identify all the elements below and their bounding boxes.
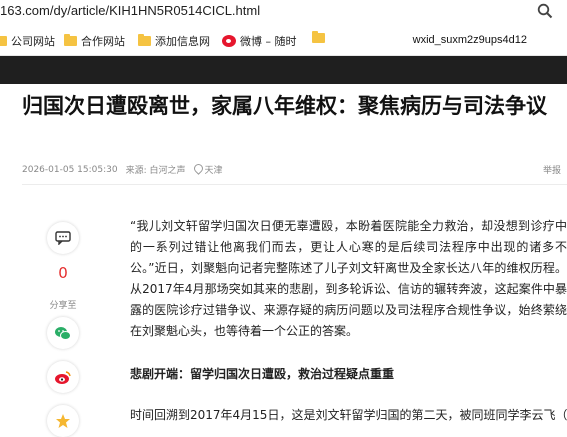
- article-meta: 2026-01-05 15:05:30 来源: 白河之声 天津: [22, 162, 223, 176]
- comment-count[interactable]: 0: [43, 264, 83, 282]
- user-id-label: wxid_suxm2z9ups4d12: [412, 34, 527, 46]
- comment-button[interactable]: [47, 222, 79, 254]
- bookmark-company-sites[interactable]: 公司网站: [0, 33, 55, 49]
- bookmark-label: 公司网站: [11, 35, 55, 48]
- bookmark-weibo[interactable]: 微博 – 随时: [222, 33, 297, 49]
- article-location: 天津: [191, 162, 223, 176]
- bookmark-folder[interactable]: [312, 31, 325, 43]
- weibo-icon: [222, 35, 236, 47]
- folder-icon: [312, 31, 325, 43]
- bookmark-partner-sites[interactable]: 合作网站: [64, 33, 125, 49]
- bookmark-label: 合作网站: [81, 35, 125, 48]
- article-source[interactable]: 来源: 白河之声: [126, 163, 186, 176]
- bookmark-label: 添加信息网: [155, 35, 210, 48]
- search-icon[interactable]: [537, 3, 553, 23]
- site-header-bar: [0, 56, 567, 84]
- bookmark-add-info-sites[interactable]: 添加信息网: [138, 33, 210, 49]
- share-label: 分享至: [49, 301, 77, 311]
- share-weibo-button[interactable]: [47, 361, 79, 393]
- folder-icon: [64, 34, 77, 46]
- favorite-button[interactable]: [47, 405, 79, 437]
- comment-icon: [55, 231, 71, 245]
- bookmarks-bar: 公司网站 合作网站 添加信息网 微博 – 随时 wxid_suxm2z9ups4…: [0, 26, 567, 56]
- weibo-icon: [55, 370, 71, 384]
- star-icon: [56, 414, 70, 428]
- folder-icon: [0, 36, 7, 46]
- action-sidebar: 0 分享至: [43, 222, 83, 437]
- wechat-icon: [55, 326, 71, 340]
- divider: [22, 184, 567, 185]
- location-icon: [191, 162, 205, 175]
- folder-icon: [138, 34, 151, 46]
- publish-date: 2026-01-05 15:05:30: [22, 164, 118, 175]
- article-subheading: 悲剧开端：留学归国次日遭殴，救治过程疑点重重: [130, 367, 395, 381]
- address-bar[interactable]: 163.com/dy/article/KIH1HN5R0514CICL.html: [0, 0, 567, 26]
- article-paragraph: “我儿刘文轩留学归国次日便无辜遭殴，本盼着医院能全力救治，却没想到诊疗中的一系列…: [130, 219, 567, 338]
- url-text[interactable]: 163.com/dy/article/KIH1HN5R0514CICL.html: [0, 3, 260, 18]
- share-wechat-button[interactable]: [47, 317, 79, 349]
- report-link[interactable]: 举报: [543, 163, 561, 176]
- article-title: 归国次日遭殴离世，家属八年维权：聚焦病历与司法争议: [22, 94, 547, 118]
- article-paragraph: 时间回溯到2017年4月15日，这是刘文轩留学归国的第二天，被同班同学李云飞（黑: [130, 408, 567, 422]
- bookmark-label: 微博 – 随时: [240, 35, 297, 48]
